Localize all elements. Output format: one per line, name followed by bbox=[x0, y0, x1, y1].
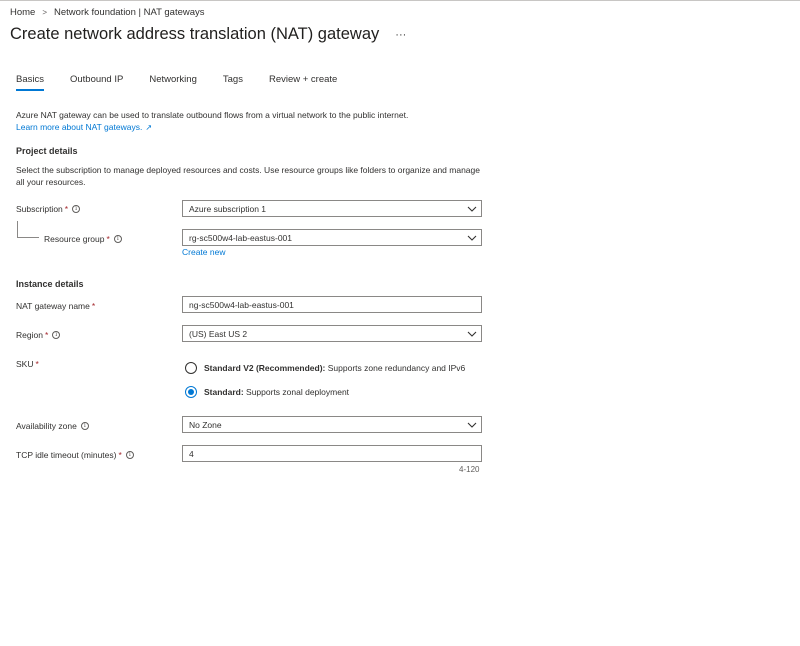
page-title: Create network address translation (NAT)… bbox=[10, 25, 380, 43]
breadcrumb: Home > Network foundation | NAT gateways bbox=[10, 7, 205, 18]
intro-block: Azure NAT gateway can be used to transla… bbox=[16, 109, 408, 134]
required-marker: * bbox=[44, 330, 49, 340]
sku-option-title: Standard: bbox=[204, 387, 244, 397]
sku-option-desc: Supports zone redundancy and IPv6 bbox=[325, 363, 466, 373]
tab-review-create[interactable]: Review + create bbox=[269, 74, 337, 90]
required-marker: * bbox=[118, 450, 122, 460]
sku-option-standard[interactable]: Standard: Supports zonal deployment bbox=[185, 386, 349, 398]
tcp-timeout-input[interactable]: 4 bbox=[182, 445, 482, 462]
required-marker: * bbox=[91, 301, 96, 311]
tcp-timeout-range-hint: 4-120 bbox=[459, 465, 480, 474]
tcp-timeout-label: TCP idle timeout (minutes) * i bbox=[16, 450, 134, 460]
chevron-down-icon bbox=[463, 331, 481, 337]
tab-tags[interactable]: Tags bbox=[223, 74, 243, 90]
subscription-value: Azure subscription 1 bbox=[189, 203, 267, 214]
intro-text: Azure NAT gateway can be used to transla… bbox=[16, 110, 409, 120]
project-details-description: Select the subscription to manage deploy… bbox=[16, 165, 480, 187]
breadcrumb-home[interactable]: Home bbox=[10, 7, 35, 18]
required-marker: * bbox=[106, 234, 110, 244]
tcp-timeout-value: 4 bbox=[189, 448, 194, 459]
required-marker: * bbox=[64, 204, 69, 214]
resource-group-value: rg-sc500w4-lab-eastus-001 bbox=[189, 232, 292, 243]
subscription-label: Subscription * i bbox=[16, 204, 81, 214]
region-value: (US) East US 2 bbox=[189, 328, 248, 339]
tab-networking[interactable]: Networking bbox=[149, 74, 197, 90]
more-options-button[interactable]: ··· bbox=[395, 29, 406, 41]
radio-button-selected[interactable] bbox=[185, 386, 197, 398]
info-icon[interactable]: i bbox=[52, 331, 61, 339]
availability-zone-label: Availability zone i bbox=[16, 421, 89, 431]
sku-option-desc: Supports zonal deployment bbox=[243, 387, 350, 397]
info-icon[interactable]: i bbox=[113, 235, 122, 243]
top-border bbox=[0, 0, 800, 1]
tab-basics[interactable]: Basics bbox=[16, 74, 44, 91]
info-icon[interactable]: i bbox=[72, 205, 81, 213]
external-link-icon: ↗ bbox=[145, 123, 153, 132]
breadcrumb-separator: > bbox=[42, 8, 48, 17]
info-icon[interactable]: i bbox=[80, 422, 89, 430]
region-label: Region * i bbox=[16, 330, 61, 340]
sku-option-standard-v2[interactable]: Standard V2 (Recommended): Supports zone… bbox=[185, 362, 465, 374]
breadcrumb-nat-gateways[interactable]: Network foundation | NAT gateways bbox=[54, 7, 205, 18]
sku-label: SKU * bbox=[16, 359, 39, 369]
sku-option-title: Standard V2 (Recommended): bbox=[204, 363, 326, 373]
tab-outbound-ip[interactable]: Outbound IP bbox=[70, 74, 123, 90]
required-marker: * bbox=[35, 359, 39, 369]
nat-name-input[interactable]: ng-sc500w4-lab-eastus-001 bbox=[182, 296, 482, 313]
chevron-down-icon bbox=[463, 422, 481, 428]
radio-button[interactable] bbox=[185, 362, 197, 374]
create-new-link[interactable]: Create new bbox=[182, 247, 225, 257]
resource-group-dropdown[interactable]: rg-sc500w4-lab-eastus-001 bbox=[182, 229, 482, 246]
radio-dot bbox=[188, 389, 194, 395]
nat-name-value: ng-sc500w4-lab-eastus-001 bbox=[189, 299, 294, 310]
chevron-down-icon bbox=[463, 235, 481, 241]
subscription-dropdown[interactable]: Azure subscription 1 bbox=[182, 200, 482, 217]
learn-more-link[interactable]: Learn more about NAT gateways. bbox=[16, 122, 142, 132]
region-dropdown[interactable]: (US) East US 2 bbox=[182, 325, 482, 342]
tab-bar: Basics Outbound IP Networking Tags Revie… bbox=[16, 74, 363, 91]
info-icon[interactable]: i bbox=[125, 451, 134, 459]
project-details-heading: Project details bbox=[16, 146, 78, 156]
instance-details-heading: Instance details bbox=[16, 279, 84, 289]
tree-connector bbox=[17, 221, 39, 238]
chevron-down-icon bbox=[463, 206, 481, 212]
title-row: Create network address translation (NAT)… bbox=[10, 25, 406, 44]
availability-zone-value: No Zone bbox=[189, 419, 222, 430]
resource-group-label: Resource group * i bbox=[44, 234, 122, 244]
availability-zone-dropdown[interactable]: No Zone bbox=[182, 416, 482, 433]
nat-name-label: NAT gateway name * bbox=[16, 301, 96, 311]
